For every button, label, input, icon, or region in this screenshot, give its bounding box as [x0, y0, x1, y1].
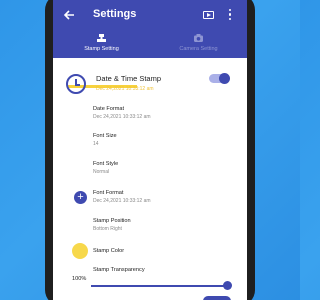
setting-font-format[interactable]: Font Format Dec 24,2021 10:33:12 am	[93, 190, 151, 204]
tab-camera-setting[interactable]: Camera Setting	[150, 30, 247, 58]
setting-value: Dec 24,2021 10:33:12 am	[93, 198, 151, 204]
setting-label: Font Style	[93, 161, 119, 167]
video-icon[interactable]	[203, 11, 214, 19]
tab-label: Stamp Setting	[84, 46, 119, 52]
tab-bar: Stamp Setting Camera Setting	[53, 30, 247, 88]
page-title: Settings	[93, 8, 137, 20]
tab-label: Camera Setting	[179, 46, 218, 52]
setting-date-format[interactable]: Date Format Dec 24,2021 10:33:12 am	[93, 106, 151, 120]
toggle-knob	[219, 73, 230, 84]
app-bar: Settings	[53, 0, 247, 30]
back-arrow-icon[interactable]	[61, 7, 77, 23]
setting-label: Font Format	[93, 190, 124, 196]
transparency-slider-track[interactable]	[91, 285, 225, 287]
bottom-action-button[interactable]	[203, 296, 231, 300]
more-vert-icon[interactable]	[229, 9, 232, 21]
camera-icon	[194, 34, 203, 42]
stamp-color-swatch[interactable]	[72, 243, 88, 259]
date-time-stamp-title: Date & Time Stamp	[96, 74, 162, 83]
clock-icon	[66, 74, 86, 94]
transparency-slider-thumb[interactable]	[223, 281, 232, 290]
add-icon[interactable]: +	[74, 191, 87, 204]
setting-value: 14	[93, 141, 99, 147]
setting-label: Date Format	[93, 106, 125, 112]
setting-value: Dec 24,2021 10:33:12 am	[93, 114, 151, 120]
setting-value: Bottom Right	[93, 226, 122, 232]
setting-stamp-color[interactable]: Stamp Color	[93, 248, 124, 254]
date-time-stamp-preview: Dec 24,2021 10:33:12 am	[96, 86, 154, 92]
setting-font-style[interactable]: Font Style Normal	[93, 161, 118, 175]
setting-label: Font Size	[93, 133, 117, 139]
setting-stamp-transparency: Stamp Transparency	[93, 267, 145, 273]
transparency-percent: 100%	[72, 276, 87, 282]
date-time-stamp-toggle[interactable]	[209, 73, 230, 84]
setting-value: Normal	[93, 169, 110, 175]
setting-label: Stamp Color	[93, 248, 125, 254]
stamp-icon	[97, 34, 106, 42]
app-screen: Settings Stamp Setting Camera Setting Da…	[53, 0, 247, 300]
setting-font-size[interactable]: Font Size 14	[93, 133, 117, 147]
setting-label: Stamp Position	[93, 218, 131, 224]
setting-stamp-position[interactable]: Stamp Position Bottom Right	[93, 218, 131, 232]
tab-stamp-setting[interactable]: Stamp Setting	[53, 30, 150, 58]
setting-label: Stamp Transparency	[93, 267, 145, 273]
